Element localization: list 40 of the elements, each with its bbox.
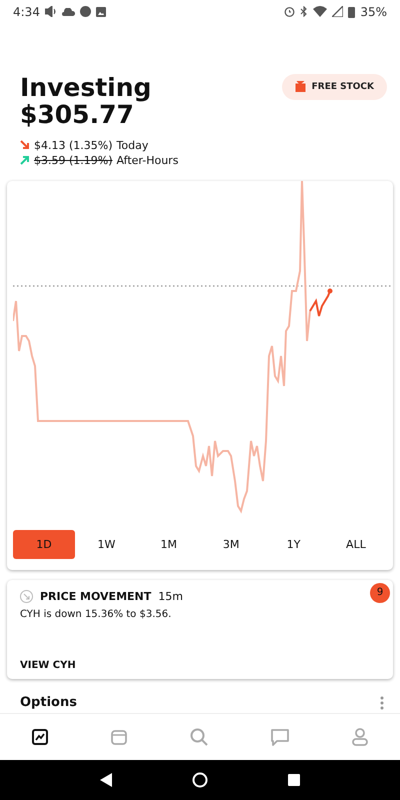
back-icon[interactable]: [100, 773, 112, 788]
notification-time: 15m: [158, 590, 183, 603]
range-tab[interactable]: 1W: [75, 530, 138, 559]
search-icon[interactable]: [190, 728, 208, 746]
notification-badge: 9: [370, 582, 390, 603]
bluetooth-icon: [300, 6, 308, 18]
profile-icon[interactable]: [352, 728, 368, 746]
chat-icon[interactable]: [271, 728, 290, 746]
battery-percent: 35%: [360, 4, 387, 19]
volume-icon: [44, 6, 57, 18]
free-stock-button[interactable]: FREE STOCK: [282, 74, 387, 100]
wifi-icon: [313, 6, 328, 18]
cloud-icon: [62, 8, 75, 16]
range-tab[interactable]: 1Y: [262, 530, 325, 559]
circle-icon: [80, 6, 91, 18]
range-tab[interactable]: ALL: [324, 530, 387, 559]
change-label: After-Hours: [116, 154, 178, 167]
change-amount: $4.13 (1.35%): [34, 138, 113, 152]
page-title: Investing: [20, 74, 152, 101]
chart-icon[interactable]: [32, 729, 48, 746]
notification-title: PRICE MOVEMENT: [40, 590, 152, 603]
wallet-icon[interactable]: [110, 730, 127, 745]
portfolio-value: $305.77: [20, 100, 134, 128]
home-icon[interactable]: [192, 772, 208, 788]
view-stock-link[interactable]: VIEW CYH: [20, 660, 76, 671]
alarm-icon: [284, 6, 296, 18]
change-amount: $3.59 (1.19%): [34, 154, 113, 167]
overview-icon[interactable]: [288, 774, 300, 786]
image-icon: [96, 6, 106, 17]
range-tab[interactable]: 1M: [138, 530, 200, 559]
range-tab[interactable]: 1D: [13, 530, 75, 559]
more-icon[interactable]: [380, 696, 384, 710]
section-title: Options: [20, 695, 77, 710]
notification-message: CYH is down 15.36% to $3.56.: [20, 608, 172, 620]
range-tab[interactable]: 3M: [200, 530, 262, 559]
status-time: 4:34: [13, 4, 40, 19]
battery-icon: [348, 6, 356, 18]
gift-icon: [294, 81, 306, 92]
change-label: Today: [116, 138, 148, 152]
signal-icon: [332, 6, 344, 18]
